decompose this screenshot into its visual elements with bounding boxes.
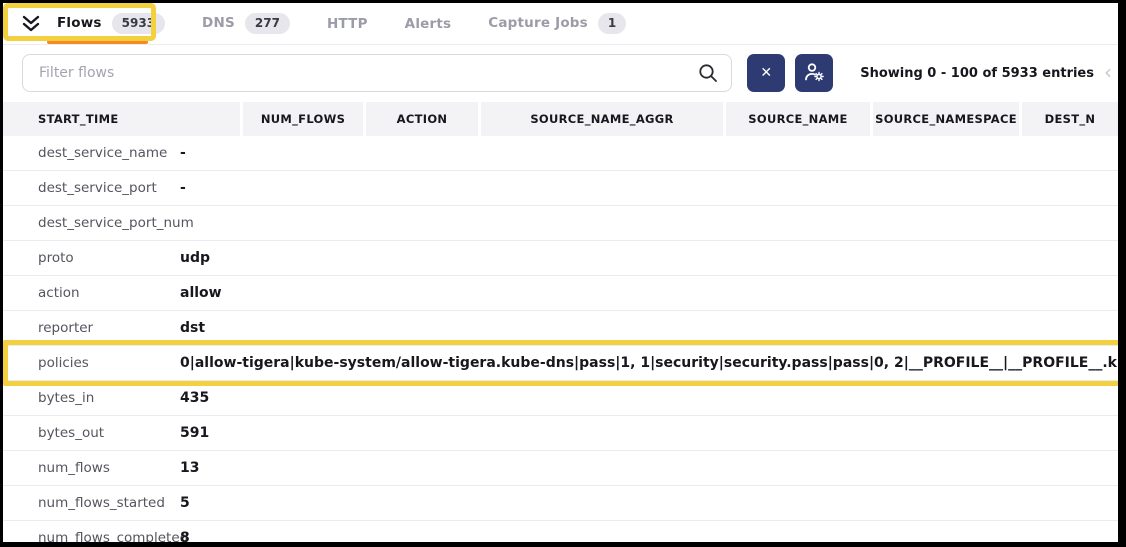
- detail-row: dest_service_port -: [3, 171, 1118, 206]
- detail-key: bytes_out: [3, 425, 180, 441]
- tab-alerts[interactable]: Alerts: [405, 16, 452, 32]
- detail-key: bytes_in: [3, 390, 180, 406]
- detail-row: bytes_in 435: [3, 381, 1118, 416]
- column-header-action[interactable]: ACTION: [366, 102, 478, 136]
- tab-flows-badge: 5933: [112, 13, 165, 33]
- tab-dns[interactable]: DNS 277: [202, 13, 290, 33]
- detail-row: proto udp: [3, 241, 1118, 276]
- column-header-start-time[interactable]: START_TIME: [3, 102, 240, 136]
- detail-key: policies: [3, 355, 180, 371]
- detail-value: 13: [180, 460, 1118, 476]
- user-gear-icon: [802, 60, 826, 87]
- table-header-row: START_TIME NUM_FLOWS ACTION SOURCE_NAME_…: [3, 102, 1118, 136]
- tab-flows[interactable]: Flows 5933: [57, 13, 165, 33]
- detail-key: num_flows: [3, 460, 180, 476]
- detail-value: 0|allow-tigera|kube-system/allow-tigera.…: [180, 355, 1118, 371]
- detail-value: 5: [180, 495, 1118, 511]
- tab-http-label: HTTP: [327, 16, 368, 32]
- filter-toolbar: ✕ Showing 0 - 100 of 5933 entries ‹: [3, 45, 1118, 101]
- detail-value: 8: [180, 530, 1118, 546]
- column-header-source-name[interactable]: SOURCE_NAME: [726, 102, 870, 136]
- tab-capture-jobs[interactable]: Capture Jobs 1: [488, 13, 626, 33]
- detail-value: -: [180, 180, 1118, 196]
- previous-page-icon[interactable]: ‹: [1104, 62, 1112, 82]
- detail-value: -: [180, 145, 1118, 161]
- tab-capture-jobs-badge: 1: [598, 13, 626, 33]
- detail-value: dst: [180, 320, 1118, 336]
- double-chevron-down-icon[interactable]: [20, 15, 42, 33]
- detail-key: dest_service_name: [3, 145, 180, 161]
- column-header-num-flows[interactable]: NUM_FLOWS: [243, 102, 363, 136]
- detail-key: reporter: [3, 320, 180, 336]
- detail-value: 591: [180, 425, 1118, 441]
- detail-row: dest_service_name -: [3, 136, 1118, 171]
- flow-logs-panel: Flows 5933 DNS 277 HTTP Alerts Capture J…: [0, 0, 1126, 547]
- detail-key: dest_service_port: [3, 180, 180, 196]
- column-header-dest-name[interactable]: DEST_N: [1022, 102, 1118, 136]
- showing-entries-text: Showing 0 - 100 of 5933 entries: [860, 66, 1094, 81]
- detail-row-policies: policies 0|allow-tigera|kube-system/allo…: [3, 346, 1118, 381]
- detail-value: 435: [180, 390, 1118, 406]
- detail-key: proto: [3, 250, 180, 266]
- filter-input-wrap: [22, 54, 732, 92]
- tab-flows-label: Flows: [57, 15, 102, 31]
- detail-row: reporter dst: [3, 311, 1118, 346]
- detail-row: dest_service_port_num: [3, 206, 1118, 241]
- tab-alerts-label: Alerts: [405, 16, 452, 32]
- magnifier-icon: [697, 62, 719, 88]
- active-tab-underline: [47, 40, 148, 44]
- detail-row: action allow: [3, 276, 1118, 311]
- detail-key: num_flows_completed: [3, 530, 180, 546]
- column-header-source-name-aggr[interactable]: SOURCE_NAME_AGGR: [481, 102, 723, 136]
- column-header-source-namespace[interactable]: SOURCE_NAMESPACE: [873, 102, 1019, 136]
- detail-key: num_flows_started: [3, 495, 180, 511]
- clear-filter-button[interactable]: ✕: [747, 54, 785, 92]
- detail-row: num_flows 13: [3, 451, 1118, 486]
- detail-key: action: [3, 285, 180, 301]
- filter-flows-input[interactable]: [22, 54, 732, 92]
- tab-capture-jobs-label: Capture Jobs: [488, 15, 588, 31]
- detail-row: bytes_out 591: [3, 416, 1118, 451]
- detail-value: udp: [180, 250, 1118, 266]
- flow-detail-panel: dest_service_name - dest_service_port - …: [3, 136, 1118, 547]
- detail-row: num_flows_started 5: [3, 486, 1118, 521]
- user-settings-button[interactable]: [795, 54, 833, 92]
- detail-key: dest_service_port_num: [3, 215, 180, 231]
- detail-value: allow: [180, 285, 1118, 301]
- tab-bar: Flows 5933 DNS 277 HTTP Alerts Capture J…: [3, 3, 1118, 45]
- detail-row: num_flows_completed 8: [3, 521, 1118, 547]
- tab-dns-label: DNS: [202, 15, 235, 31]
- tab-http[interactable]: HTTP: [327, 16, 368, 32]
- tab-dns-badge: 277: [245, 13, 290, 33]
